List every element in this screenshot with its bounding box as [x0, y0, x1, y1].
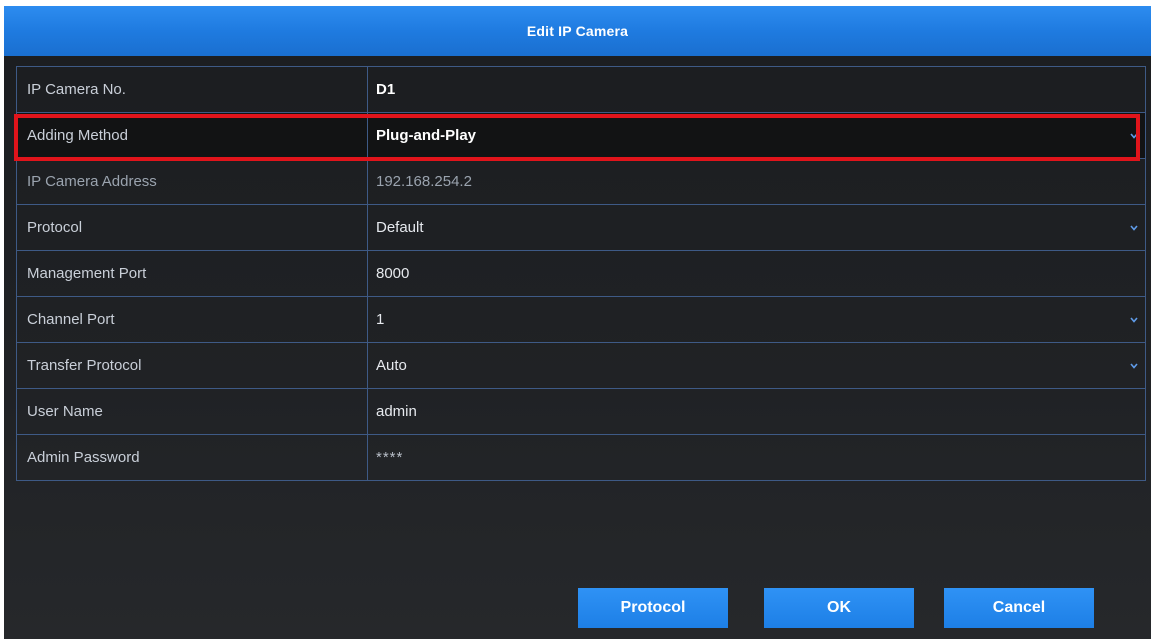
- ip-camera-address-value: 192.168.254.2: [376, 173, 472, 190]
- row-management-port: Management Port 8000: [17, 251, 1145, 297]
- management-port-label: Management Port: [17, 251, 368, 296]
- chevron-down-icon[interactable]: [1129, 315, 1139, 325]
- transfer-protocol-label: Transfer Protocol: [17, 343, 368, 388]
- ok-button[interactable]: OK: [764, 588, 914, 628]
- row-channel-port: Channel Port 1: [17, 297, 1145, 343]
- chevron-down-icon[interactable]: [1129, 223, 1139, 233]
- chevron-down-icon[interactable]: [1129, 131, 1139, 141]
- dialog-titlebar: Edit IP Camera: [4, 6, 1151, 56]
- user-name-field[interactable]: admin: [368, 389, 1145, 434]
- edit-ip-camera-dialog: Edit IP Camera IP Camera No. D1 Adding M…: [4, 6, 1151, 639]
- management-port-field[interactable]: 8000: [368, 251, 1145, 296]
- channel-port-select[interactable]: 1: [368, 297, 1145, 342]
- ip-camera-address-label: IP Camera Address: [17, 159, 368, 204]
- protocol-button[interactable]: Protocol: [578, 588, 728, 628]
- transfer-protocol-select[interactable]: Auto: [368, 343, 1145, 388]
- row-adding-method: Adding Method Plug-and-Play: [17, 113, 1145, 159]
- adding-method-label: Adding Method: [17, 113, 368, 158]
- chevron-down-icon[interactable]: [1129, 361, 1139, 371]
- ip-camera-no-text: D1: [376, 81, 396, 98]
- row-ip-camera-address: IP Camera Address 192.168.254.2: [17, 159, 1145, 205]
- management-port-value: 8000: [376, 265, 410, 282]
- ip-camera-no-label: IP Camera No.: [17, 67, 368, 112]
- row-protocol: Protocol Default: [17, 205, 1145, 251]
- row-user-name: User Name admin: [17, 389, 1145, 435]
- row-transfer-protocol: Transfer Protocol Auto: [17, 343, 1145, 389]
- cancel-button[interactable]: Cancel: [944, 588, 1094, 628]
- protocol-label: Protocol: [17, 205, 368, 250]
- row-admin-password: Admin Password ****: [17, 435, 1145, 481]
- channel-port-value: 1: [376, 311, 385, 328]
- admin-password-field[interactable]: ****: [368, 435, 1145, 480]
- protocol-value: Default: [376, 219, 424, 236]
- camera-settings-form: IP Camera No. D1 Adding Method Plug-and-…: [16, 66, 1146, 481]
- adding-method-value: Plug-and-Play: [376, 127, 477, 144]
- protocol-select[interactable]: Default: [368, 205, 1145, 250]
- admin-password-value: ****: [376, 449, 404, 466]
- admin-password-label: Admin Password: [17, 435, 368, 480]
- transfer-protocol-value: Auto: [376, 357, 407, 374]
- row-ip-camera-no: IP Camera No. D1: [17, 67, 1145, 113]
- ip-camera-address-field[interactable]: 192.168.254.2: [368, 159, 1145, 204]
- ip-camera-no-value: D1: [368, 67, 1145, 112]
- user-name-label: User Name: [17, 389, 368, 434]
- dialog-title: Edit IP Camera: [526, 23, 629, 39]
- adding-method-select[interactable]: Plug-and-Play: [368, 113, 1145, 158]
- channel-port-label: Channel Port: [17, 297, 368, 342]
- user-name-value: admin: [376, 403, 417, 420]
